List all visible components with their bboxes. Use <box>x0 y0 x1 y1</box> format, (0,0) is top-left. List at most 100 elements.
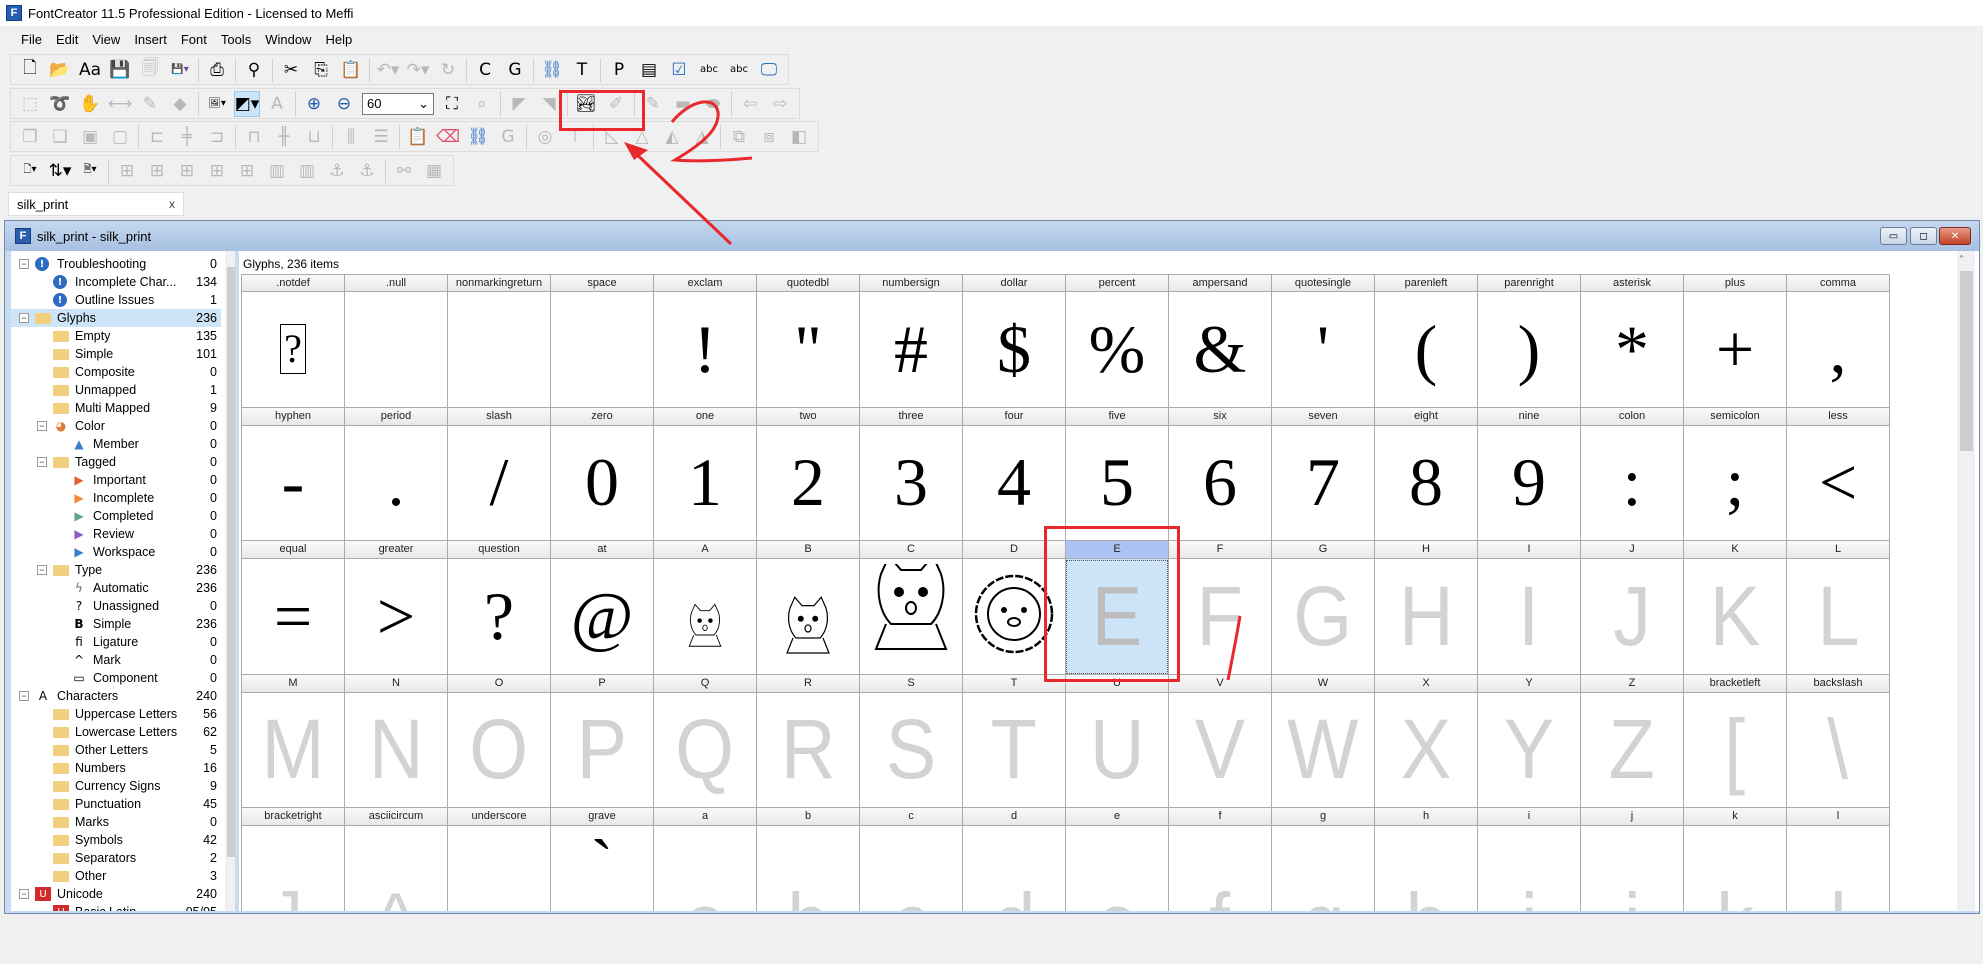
glyph-name-header[interactable]: colon <box>1580 407 1684 426</box>
glyph-name-header[interactable]: F <box>1168 541 1272 559</box>
collapse-icon[interactable]: − <box>19 889 29 899</box>
glyph-cell[interactable]: \ <box>1786 692 1890 808</box>
glyph-name-header[interactable]: I <box>1477 541 1581 559</box>
open-icon[interactable]: 📂 <box>47 57 73 83</box>
glyph-cell[interactable]: > <box>344 559 448 675</box>
glyph-name-header[interactable]: nonmarkingreturn <box>447 274 551 292</box>
tree-item[interactable]: − A Characters 240 <box>11 687 221 705</box>
glyph-name-header[interactable]: J <box>1580 541 1684 559</box>
tree-item[interactable]: ▶ Review 0 <box>11 525 221 543</box>
text-transform-icon[interactable]: T <box>569 57 595 83</box>
glyph-name-header[interactable]: underscore <box>447 808 551 826</box>
zoom-select-icon[interactable]: ⌕ <box>469 91 495 117</box>
glyph-cell[interactable]: / <box>447 425 551 541</box>
glyph-name-header[interactable]: two <box>756 407 860 426</box>
glyph-cell[interactable]: L <box>1786 559 1890 675</box>
glyph-name-header[interactable]: ampersand <box>1168 274 1272 292</box>
glyph-cell[interactable]: O <box>447 692 551 808</box>
glyph-cell[interactable]: 7 <box>1271 425 1375 541</box>
glyph-cell[interactable]: 5 <box>1065 425 1169 541</box>
glyph-cell[interactable]: X <box>1374 692 1478 808</box>
grid-2-icon[interactable]: ⊞ <box>144 158 170 184</box>
glyph-name-header[interactable]: O <box>447 674 551 693</box>
glyph-name-header[interactable]: H <box>1374 541 1478 559</box>
install-font-icon[interactable]: 🖵 <box>756 57 782 83</box>
glyph-cell[interactable]: 4 <box>962 425 1066 541</box>
arrange-2-icon[interactable]: ❏ <box>47 124 73 150</box>
cut-icon[interactable]: ✂ <box>278 57 304 83</box>
glyph-cell[interactable]: W <box>1271 692 1375 808</box>
glyph-cell[interactable]: - <box>241 425 345 541</box>
glyph-cell[interactable]: $ <box>962 292 1066 408</box>
glyph-ref-icon[interactable]: G <box>495 124 521 150</box>
glyph-name-header[interactable]: .notdef <box>241 274 345 292</box>
menu-tools[interactable]: Tools <box>214 32 258 47</box>
eraser-icon[interactable]: ⌫ <box>435 124 461 150</box>
glyph-cell[interactable]: ` <box>550 826 654 911</box>
print-icon[interactable]: ⎙ <box>204 57 230 83</box>
tree-item[interactable]: Currency Signs 9 <box>11 777 221 795</box>
tree-item[interactable]: ▶ Workspace 0 <box>11 543 221 561</box>
glyph-cell[interactable]: = <box>241 559 345 675</box>
hinting-icon[interactable]: ▦ <box>421 158 447 184</box>
glyph-cell[interactable]: & <box>1168 292 1272 408</box>
glyph-cell[interactable]: , <box>1786 292 1890 408</box>
glyph-name-header[interactable]: less <box>1786 407 1890 426</box>
glyph-name-header[interactable]: V <box>1168 674 1272 693</box>
preview-icon[interactable]: 🖼▾ <box>204 91 230 117</box>
glyph-cell[interactable]: c <box>859 826 963 911</box>
subtract-icon[interactable]: ◧ <box>786 124 812 150</box>
paste-icon[interactable]: 📋 <box>338 57 364 83</box>
tree-item[interactable]: − U Unicode 240 <box>11 885 221 903</box>
clipboard-icon[interactable]: 📋 <box>405 124 431 150</box>
tree-item[interactable]: Marks 0 <box>11 813 221 831</box>
glyph-cell[interactable]: b <box>756 826 860 911</box>
align-middle-icon[interactable]: ╫ <box>271 124 297 150</box>
glyph-name-header[interactable]: quotedbl <box>756 274 860 292</box>
glyph-name-header[interactable]: space <box>550 274 654 292</box>
tree-item[interactable]: Lowercase Letters 62 <box>11 723 221 741</box>
arrange-4-icon[interactable]: ▢ <box>107 124 133 150</box>
page-icon[interactable]: 🗋▾ <box>17 158 43 184</box>
glyph-name-header[interactable]: period <box>344 407 448 426</box>
align-left-icon[interactable]: ⊏ <box>144 124 170 150</box>
menu-insert[interactable]: Insert <box>127 32 174 47</box>
fill-icon[interactable]: ◆ <box>167 91 193 117</box>
glyph-name-header[interactable]: asterisk <box>1580 274 1684 292</box>
union-icon[interactable]: ⧉ <box>726 124 752 150</box>
tree-item[interactable]: ? Unassigned 0 <box>11 597 221 615</box>
lasso-icon[interactable]: ➰ <box>47 91 73 117</box>
glyph-name-header[interactable]: j <box>1580 808 1684 826</box>
tree-item[interactable]: ▲ Member 0 <box>11 435 221 453</box>
glyph-name-header[interactable]: parenleft <box>1374 274 1478 292</box>
rectangle-icon[interactable]: ▬ <box>670 91 696 117</box>
zoom-out-icon[interactable]: ⊖ <box>331 91 357 117</box>
node-connect-icon[interactable]: ⚯ <box>391 158 417 184</box>
tree-item[interactable]: ▶ Important 0 <box>11 471 221 489</box>
tree-scrollbar-thumb[interactable] <box>227 267 235 857</box>
glyph-name-header[interactable]: g <box>1271 808 1375 826</box>
tree-item[interactable]: − Type 236 <box>11 561 221 579</box>
tree-item[interactable]: Separators 2 <box>11 849 221 867</box>
glyph-name-header[interactable]: K <box>1683 541 1787 559</box>
select-rect-icon[interactable]: ⬚ <box>17 91 43 117</box>
glyph-name-header[interactable]: hyphen <box>241 407 345 426</box>
intersect-icon[interactable]: ⧈ <box>756 124 782 150</box>
menu-file[interactable]: File <box>14 32 49 47</box>
glyph-name-header[interactable]: h <box>1374 808 1478 826</box>
glyph-cell[interactable]: 1 <box>653 425 757 541</box>
previous-icon[interactable]: ⇦ <box>737 91 763 117</box>
redo-icon[interactable]: ↷▾ <box>405 57 431 83</box>
anchor-icon[interactable]: ⚓ <box>324 158 350 184</box>
maximize-button[interactable]: ◻ <box>1910 227 1937 245</box>
glyph-cell[interactable]: _ <box>447 826 551 911</box>
glyph-name-header[interactable]: exclam <box>653 274 757 292</box>
tree-item[interactable]: −! Troubleshooting 0 <box>11 255 221 273</box>
rotate-icon[interactable]: ◭ <box>659 124 685 150</box>
tree-item[interactable]: Simple 101 <box>11 345 221 363</box>
align-center-icon[interactable]: ╪ <box>174 124 200 150</box>
glyph-cell[interactable]: M <box>241 692 345 808</box>
grid-1-icon[interactable]: ⊞ <box>114 158 140 184</box>
glyph-cell[interactable] <box>653 559 757 675</box>
tree-item[interactable]: Empty 135 <box>11 327 221 345</box>
